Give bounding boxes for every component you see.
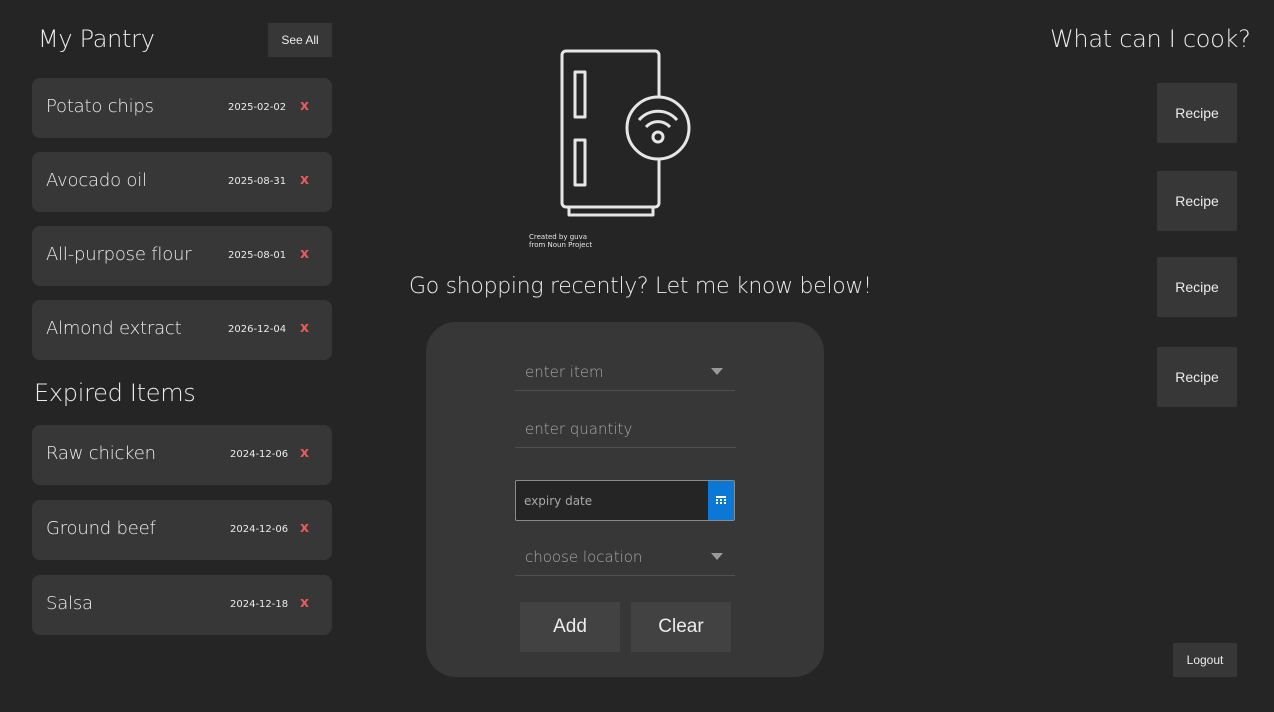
expired-title: Expired Items <box>34 379 196 407</box>
add-button[interactable]: Add <box>520 602 620 652</box>
item-name: Raw chicken <box>46 443 156 464</box>
pantry-item: Almond extract 2026-12-04 x <box>32 300 332 360</box>
calendar-icon <box>716 495 726 504</box>
chevron-down-icon <box>711 553 723 560</box>
delete-item-button[interactable]: x <box>300 595 309 611</box>
chevron-down-icon <box>711 368 723 375</box>
see-all-button[interactable]: See All <box>268 23 332 57</box>
item-name: Almond extract <box>46 318 182 339</box>
delete-item-button[interactable]: x <box>300 520 309 536</box>
pantry-title: My Pantry <box>38 25 155 53</box>
shopping-prompt: Go shopping recently? Let me know below! <box>409 274 872 299</box>
expired-item: Salsa 2024-12-18 x <box>32 575 332 635</box>
item-name: Avocado oil <box>46 170 147 191</box>
location-placeholder: choose location <box>525 548 643 566</box>
item-date: 2025-08-31 <box>228 176 287 187</box>
delete-item-button[interactable]: x <box>300 98 309 114</box>
item-date: 2025-02-02 <box>228 102 287 113</box>
recipe-button[interactable]: Recipe <box>1157 83 1237 143</box>
logout-button[interactable]: Logout <box>1173 643 1237 677</box>
pantry-item: Avocado oil 2025-08-31 x <box>32 152 332 212</box>
expired-item: Ground beef 2024-12-06 x <box>32 500 332 560</box>
cook-title: What can I cook? <box>1050 25 1251 53</box>
delete-item-button[interactable]: x <box>300 246 309 262</box>
delete-item-button[interactable]: x <box>300 445 309 461</box>
item-select-placeholder: enter item <box>525 363 604 381</box>
location-select[interactable]: choose location <box>515 536 735 576</box>
recipe-button[interactable]: Recipe <box>1157 171 1237 231</box>
delete-item-button[interactable]: x <box>300 320 309 336</box>
item-date: 2026-12-04 <box>228 324 287 335</box>
recipe-button[interactable]: Recipe <box>1157 347 1237 407</box>
clear-button[interactable]: Clear <box>631 602 731 652</box>
calendar-button[interactable] <box>708 481 734 520</box>
item-date: 2024-12-06 <box>230 524 289 535</box>
expiry-date-input[interactable]: expiry date <box>515 480 735 521</box>
item-date: 2024-12-06 <box>230 449 289 460</box>
icon-credit-line1: Created by guva <box>529 233 588 241</box>
pantry-item: All-purpose flour 2025-08-01 x <box>32 226 332 286</box>
quantity-placeholder: enter quantity <box>525 420 633 438</box>
icon-credit-line2: from Noun Project <box>529 241 593 249</box>
quantity-input[interactable]: enter quantity <box>515 408 736 448</box>
item-name: Potato chips <box>46 96 154 117</box>
recipe-button[interactable]: Recipe <box>1157 257 1237 317</box>
expiry-placeholder: expiry date <box>524 494 593 508</box>
item-name: Ground beef <box>46 518 156 539</box>
item-select[interactable]: enter item <box>515 351 735 391</box>
expired-item: Raw chicken 2024-12-06 x <box>32 425 332 485</box>
smart-fridge-icon <box>560 49 691 217</box>
item-date: 2024-12-18 <box>230 599 289 610</box>
item-name: Salsa <box>46 593 93 614</box>
item-name: All-purpose flour <box>46 244 192 265</box>
delete-item-button[interactable]: x <box>300 172 309 188</box>
item-date: 2025-08-01 <box>228 250 287 261</box>
pantry-item: Potato chips 2025-02-02 x <box>32 78 332 138</box>
